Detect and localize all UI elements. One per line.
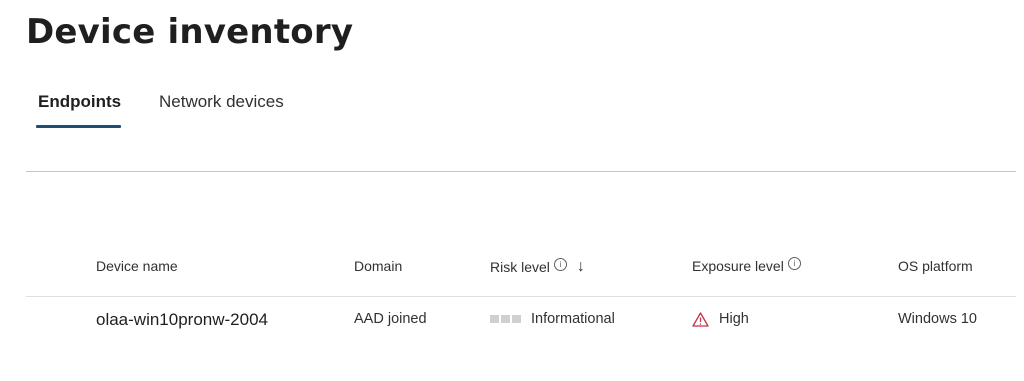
column-header-domain[interactable]: Domain	[354, 258, 402, 274]
risk-bar	[512, 315, 521, 323]
column-header-label: OS platform	[898, 258, 973, 274]
column-header-label: Exposure level	[692, 258, 784, 274]
warning-triangle-icon	[692, 311, 709, 327]
column-header-label: Domain	[354, 258, 403, 274]
info-icon[interactable]: i	[787, 256, 801, 270]
arrow-down-icon: ↓	[576, 258, 585, 275]
column-header-label: Device name	[96, 258, 178, 274]
tab-endpoints[interactable]: Endpoints	[38, 92, 121, 112]
risk-level-bars	[490, 315, 521, 323]
page-title: Device inventory	[26, 12, 354, 52]
os-platform-cell: Windows 10	[898, 311, 977, 327]
risk-bar	[490, 315, 499, 323]
header-divider	[26, 171, 1016, 172]
column-header-label: Risk level	[490, 259, 550, 275]
exposure-level-label: High	[719, 311, 749, 327]
device-name-cell[interactable]: olaa-win10pronw-2004	[96, 310, 268, 330]
column-header-risk-level[interactable]: Risk level i ↓	[490, 257, 585, 276]
tab-network-devices[interactable]: Network devices	[159, 92, 284, 112]
active-tab-indicator	[36, 125, 121, 128]
table-row[interactable]: olaa-win10pronw-2004 AAD joined Informat…	[0, 297, 1024, 347]
column-header-exposure-level[interactable]: Exposure level i	[692, 256, 801, 274]
column-header-device-name[interactable]: Device name	[96, 258, 178, 274]
risk-level-cell: Informational	[490, 311, 615, 327]
column-header-os-platform[interactable]: OS platform	[898, 258, 973, 274]
info-icon[interactable]: i	[553, 257, 567, 271]
exposure-level-cell: High	[692, 311, 749, 327]
domain-cell: AAD joined	[354, 311, 427, 327]
risk-level-label: Informational	[531, 311, 615, 327]
device-inventory-page: Device inventory Endpoints Network devic…	[0, 0, 1024, 381]
risk-bar	[501, 315, 510, 323]
